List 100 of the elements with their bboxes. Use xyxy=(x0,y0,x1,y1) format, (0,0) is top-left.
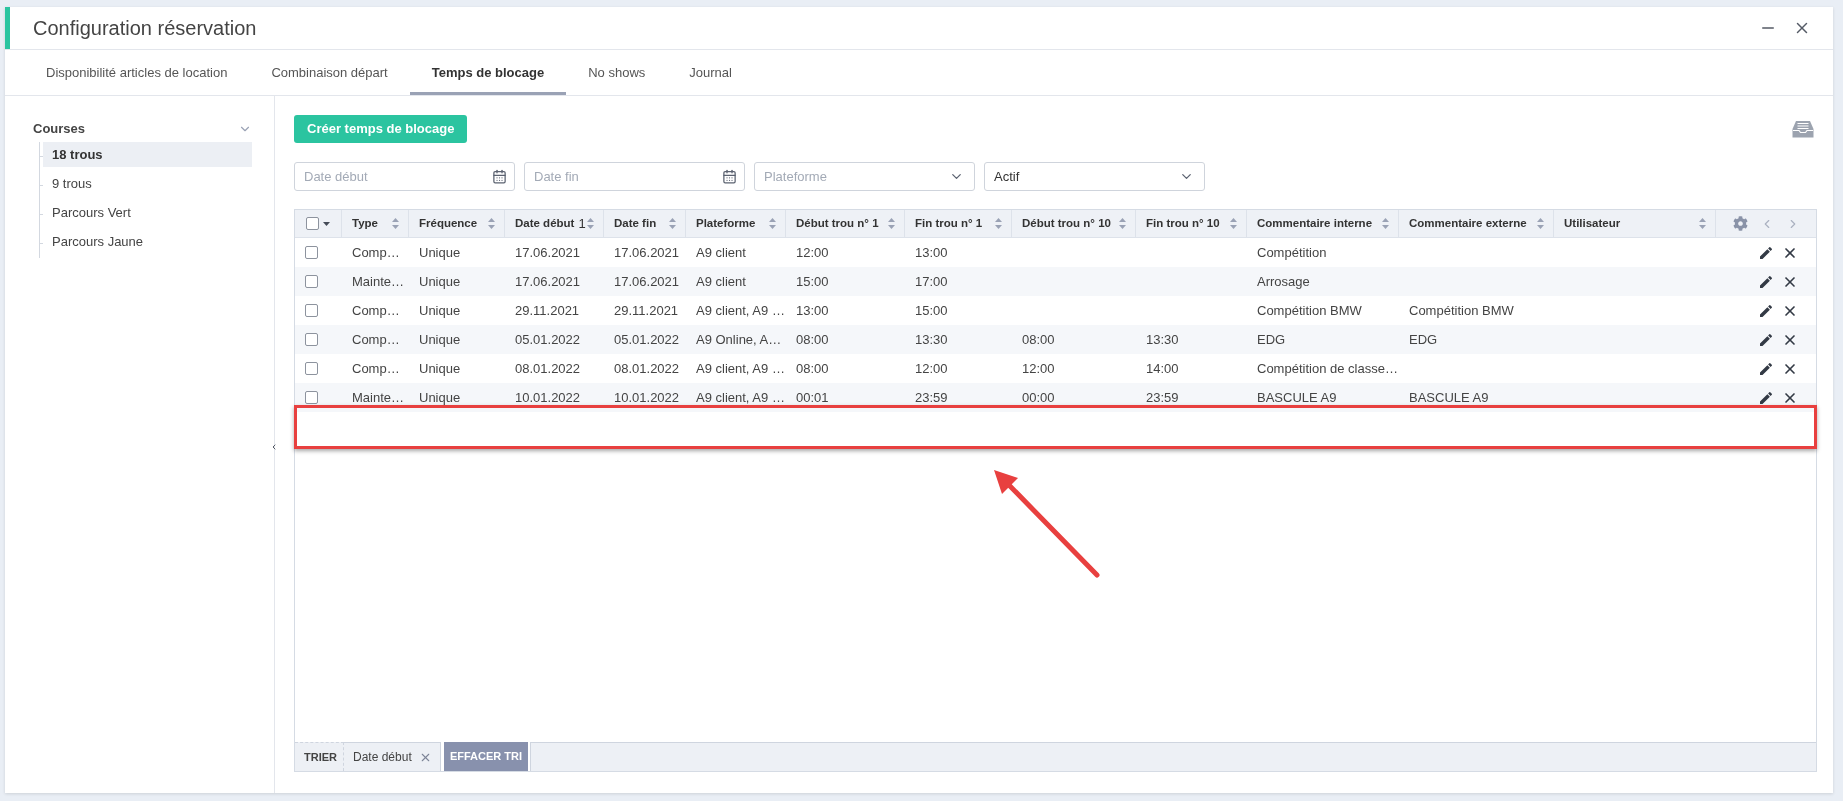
sidebar-item[interactable]: 18 trous xyxy=(43,142,252,167)
column-header[interactable]: Plateforme xyxy=(686,210,786,237)
sort-icon xyxy=(392,218,399,229)
table-cell-text: 13:00 xyxy=(795,301,830,320)
table-cell-text: 08:00 xyxy=(795,359,830,378)
sort-icon xyxy=(1699,218,1706,229)
table-cell-text: 05.01.2022 xyxy=(613,330,681,349)
column-header[interactable]: Date fin xyxy=(604,210,686,237)
checkbox[interactable] xyxy=(305,391,318,404)
table-cell-text: BASCULE A9 xyxy=(1408,388,1490,407)
pencil-icon[interactable] xyxy=(1758,360,1774,377)
sort-icon xyxy=(488,218,495,229)
sort-icon xyxy=(1382,218,1389,229)
table-cell-text: Compétition BMW xyxy=(1408,301,1515,320)
table-cell-text: 23:59 xyxy=(914,388,949,407)
sort-icon xyxy=(669,218,676,229)
date-field[interactable]: Date début xyxy=(294,162,515,191)
pencil-icon[interactable] xyxy=(1758,244,1774,261)
table-cell-text: BASCULE A9 xyxy=(1256,388,1338,407)
table-cell-text: 17.06.2021 xyxy=(514,243,582,262)
sort-priority: 1 xyxy=(578,214,586,233)
table-cell-text: 00:01 xyxy=(795,388,830,407)
table-cell-text: A9 client, A9 … xyxy=(695,388,786,407)
table-cell-text: Comp… xyxy=(351,359,401,378)
sidebar-item[interactable]: Parcours Vert xyxy=(43,200,252,225)
column-header[interactable]: Fréquence xyxy=(409,210,505,237)
checkbox[interactable] xyxy=(305,304,318,317)
table-cell-text: 05.01.2022 xyxy=(514,330,582,349)
table-cell-text: Mainte… xyxy=(351,272,406,291)
checkbox[interactable] xyxy=(305,333,318,346)
column-header[interactable]: Utilisateur xyxy=(1554,210,1716,237)
column-header[interactable]: Début trou n° 1 xyxy=(786,210,905,237)
pencil-icon[interactable] xyxy=(1758,273,1774,290)
accent-bar xyxy=(5,7,10,49)
window-title: Configuration réservation xyxy=(33,16,257,41)
chevron-left-icon[interactable] xyxy=(270,443,278,451)
table-cell-text: A9 Online, A… xyxy=(695,330,783,349)
table-cell-text: Compétition de classe… xyxy=(1256,359,1399,378)
checkbox[interactable] xyxy=(305,246,318,259)
pencil-icon[interactable] xyxy=(1758,302,1774,319)
table-cell-text: Compétition xyxy=(1256,243,1328,262)
table-cell-text: 13:30 xyxy=(1145,330,1180,349)
table-cell-text: Comp… xyxy=(351,301,401,320)
settings-icon[interactable] xyxy=(1733,216,1748,231)
pencil-icon[interactable] xyxy=(1758,389,1774,406)
calendar-icon[interactable] xyxy=(492,169,507,184)
tab[interactable]: Disponibilité articles de location xyxy=(24,50,250,95)
table-cell-text: 17.06.2021 xyxy=(613,272,681,291)
sort-icon xyxy=(769,218,776,229)
table-cell-text: A9 client, A9 … xyxy=(695,301,786,320)
sort-icon xyxy=(1537,218,1544,229)
column-header[interactable]: Commentaire externe xyxy=(1399,210,1554,237)
calendar-icon[interactable] xyxy=(722,169,737,184)
table-cell-text: 00:00 xyxy=(1021,388,1056,407)
column-header[interactable]: Type xyxy=(342,210,409,237)
table-cell-text: A9 client, A9 … xyxy=(695,359,786,378)
table-cell-text: Comp… xyxy=(351,330,401,349)
column-header[interactable]: Commentaire interne xyxy=(1247,210,1399,237)
sidebar-item[interactable]: 9 trous xyxy=(43,171,252,196)
table-cell-text: 13:00 xyxy=(914,243,949,262)
sort-icon xyxy=(995,218,1002,229)
column-header[interactable]: Début trou n° 10 xyxy=(1012,210,1136,237)
checkbox[interactable] xyxy=(305,275,318,288)
table-cell-text: A9 client xyxy=(695,272,747,291)
checkbox[interactable] xyxy=(306,217,319,230)
course-group-toggle[interactable]: Courses xyxy=(33,119,252,139)
table-cell-text: 12:00 xyxy=(1021,359,1056,378)
table-cell-text: Mainte… xyxy=(351,388,406,407)
table-cell-text: 15:00 xyxy=(914,301,949,320)
table-cell-text: Unique xyxy=(418,330,462,349)
table-cell-text: Arrosage xyxy=(1256,272,1311,291)
sidebar-item[interactable]: Parcours Jaune xyxy=(43,229,252,254)
column-header[interactable]: Fin trou n° 1 xyxy=(905,210,1012,237)
tab[interactable]: Combinaison départ xyxy=(249,50,410,95)
column-header[interactable]: Date début 1 xyxy=(505,210,604,237)
table-cell-text: Unique xyxy=(418,272,462,291)
dropdown-field[interactable]: Actif xyxy=(984,162,1205,191)
table-cell-text: Unique xyxy=(418,301,462,320)
table-cell-text: Unique xyxy=(418,243,462,262)
table-cell-text: 29.11.2021 xyxy=(514,301,581,320)
sort-icon xyxy=(888,218,895,229)
table-cell-text: 23:59 xyxy=(1145,388,1180,407)
table-cell-text: 12:00 xyxy=(914,359,949,378)
table-cell-text: 14:00 xyxy=(1145,359,1180,378)
date-field[interactable]: Date fin xyxy=(524,162,745,191)
column-header[interactable]: Fin trou n° 10 xyxy=(1136,210,1247,237)
caret-icon[interactable] xyxy=(323,221,330,226)
tab[interactable]: Journal xyxy=(667,50,754,95)
table-cell-text: 17:00 xyxy=(914,272,949,291)
sort-chip[interactable]: Date début xyxy=(344,742,441,771)
sort-icon xyxy=(1230,218,1237,229)
tab[interactable]: No shows xyxy=(566,50,668,95)
table-cell-text: 08:00 xyxy=(1021,330,1056,349)
pencil-icon[interactable] xyxy=(1758,331,1774,348)
table-cell-text: Unique xyxy=(418,388,462,407)
tab[interactable]: Temps de blocage xyxy=(409,50,567,95)
table-cell-text: EDG xyxy=(1408,330,1439,349)
table-cell-text: EDG xyxy=(1256,330,1287,349)
table-cell-text: 08.01.2022 xyxy=(613,359,681,378)
checkbox[interactable] xyxy=(305,362,318,375)
